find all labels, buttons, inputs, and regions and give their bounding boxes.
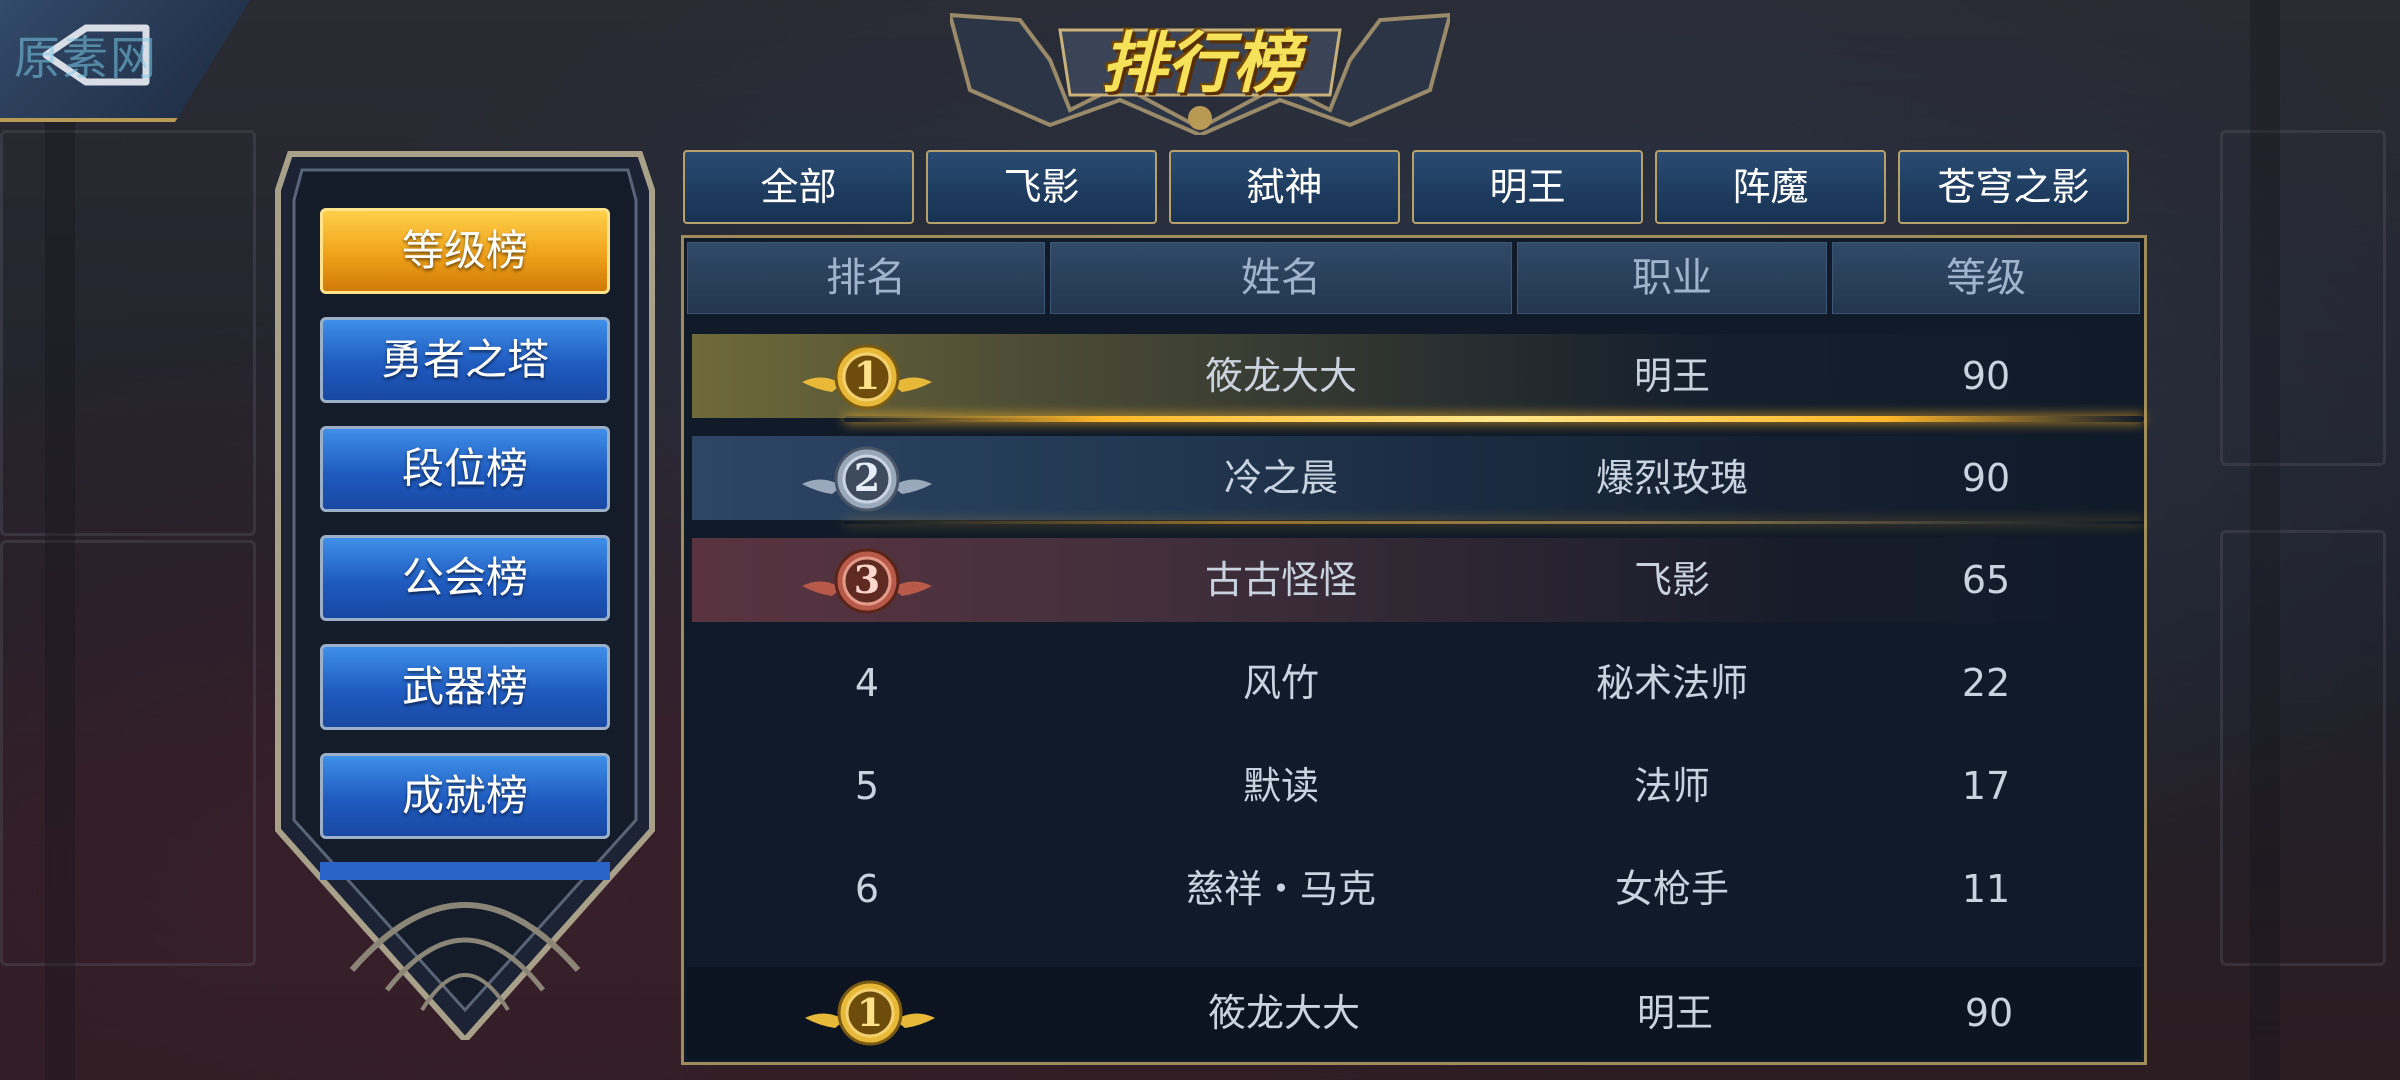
player-job: 法师 xyxy=(1633,764,1710,808)
menu-tier-ranking[interactable]: 段位榜 xyxy=(320,426,610,512)
rank-value: 1 xyxy=(853,353,881,398)
tab-feiying[interactable]: 飞影 xyxy=(926,150,1157,224)
table-row[interactable]: 3 古古怪怪 飞影 65 xyxy=(692,538,2136,622)
menu-tower-ranking[interactable]: 勇者之塔 xyxy=(320,317,610,403)
rank-value: 2 xyxy=(853,455,881,500)
bg-panel-left xyxy=(0,130,256,536)
glow-streak xyxy=(844,416,2144,422)
menu-level-ranking[interactable]: 等级榜 xyxy=(320,208,610,294)
header-rank: 排名 xyxy=(687,242,1045,314)
my-level: 90 xyxy=(1964,991,2014,1035)
player-level: 17 xyxy=(1961,764,2011,808)
menu-guild-ranking[interactable]: 公会榜 xyxy=(320,535,610,621)
tab-zhenmo[interactable]: 阵魔 xyxy=(1655,150,1886,224)
player-job: 女枪手 xyxy=(1614,867,1729,911)
player-name: 古古怪怪 xyxy=(1204,558,1357,602)
tab-all[interactable]: 全部 xyxy=(683,150,914,224)
player-job: 秘术法师 xyxy=(1595,661,1748,705)
bg-panel-left-lower xyxy=(0,540,256,966)
player-job: 明王 xyxy=(1633,354,1710,398)
tab-shishen[interactable]: 弑神 xyxy=(1169,150,1400,224)
bg-panel-right-lower xyxy=(2220,530,2386,966)
rank-value: 6 xyxy=(854,867,880,911)
my-name: 筱龙大大 xyxy=(1207,991,1360,1035)
bg-pillar xyxy=(2250,0,2280,1080)
my-rank-row[interactable]: 1 筱龙大大 明王 90 xyxy=(687,967,2141,1059)
my-job: 明王 xyxy=(1636,991,1713,1035)
tab-mingwang[interactable]: 明王 xyxy=(1412,150,1643,224)
rank-value: 5 xyxy=(854,764,880,808)
table-row[interactable]: 5 默读 法师 17 xyxy=(692,744,2136,828)
class-tabs: 全部 飞影 弑神 明王 阵魔 苍穹之影 xyxy=(683,150,2143,226)
header-name: 姓名 xyxy=(1050,242,1512,314)
player-name: 筱龙大大 xyxy=(1204,354,1357,398)
player-level: 90 xyxy=(1961,354,2011,398)
table-row[interactable]: 2 冷之晨 爆烈玫瑰 90 xyxy=(692,436,2136,520)
header-level: 等级 xyxy=(1832,242,2140,314)
player-level: 11 xyxy=(1961,867,2011,911)
watermark-text: 原素网 xyxy=(14,31,158,85)
table-row[interactable]: 4 风竹 秘术法师 22 xyxy=(692,641,2136,725)
player-name: 风竹 xyxy=(1242,661,1319,705)
bg-panel-right xyxy=(2220,130,2386,466)
player-name: 慈祥・马克 xyxy=(1185,867,1376,911)
bg-pillar xyxy=(45,0,75,1080)
ranking-table: 排名 姓名 职业 等级 1 筱龙大大 明王 90 2 冷之晨 爆烈玫瑰 90 3… xyxy=(681,235,2147,1065)
table-row[interactable]: 6 慈祥・马克 女枪手 11 xyxy=(692,847,2136,931)
player-level: 65 xyxy=(1961,558,2011,602)
table-row[interactable]: 1 筱龙大大 明王 90 xyxy=(692,334,2136,418)
back-button[interactable]: 原素网 xyxy=(0,0,250,122)
menu-weapon-ranking[interactable]: 武器榜 xyxy=(320,644,610,730)
glow-streak xyxy=(844,521,2144,524)
player-job: 爆烈玫瑰 xyxy=(1595,456,1748,500)
player-name: 默读 xyxy=(1242,764,1319,808)
menu-achievement-ranking[interactable]: 成就榜 xyxy=(320,753,610,839)
player-level: 90 xyxy=(1961,456,2011,500)
rank-value: 3 xyxy=(853,557,881,602)
my-rank-value: 1 xyxy=(856,990,884,1035)
category-menu: 等级榜 勇者之塔 段位榜 公会榜 武器榜 成就榜 xyxy=(272,150,658,1040)
player-job: 飞影 xyxy=(1633,558,1710,602)
header-job: 职业 xyxy=(1517,242,1827,314)
rank-value: 4 xyxy=(854,661,880,705)
player-name: 冷之晨 xyxy=(1223,456,1338,500)
tab-cangqiong[interactable]: 苍穹之影 xyxy=(1898,150,2129,224)
player-level: 22 xyxy=(1961,661,2011,705)
page-title: 排行榜 xyxy=(1101,25,1299,102)
